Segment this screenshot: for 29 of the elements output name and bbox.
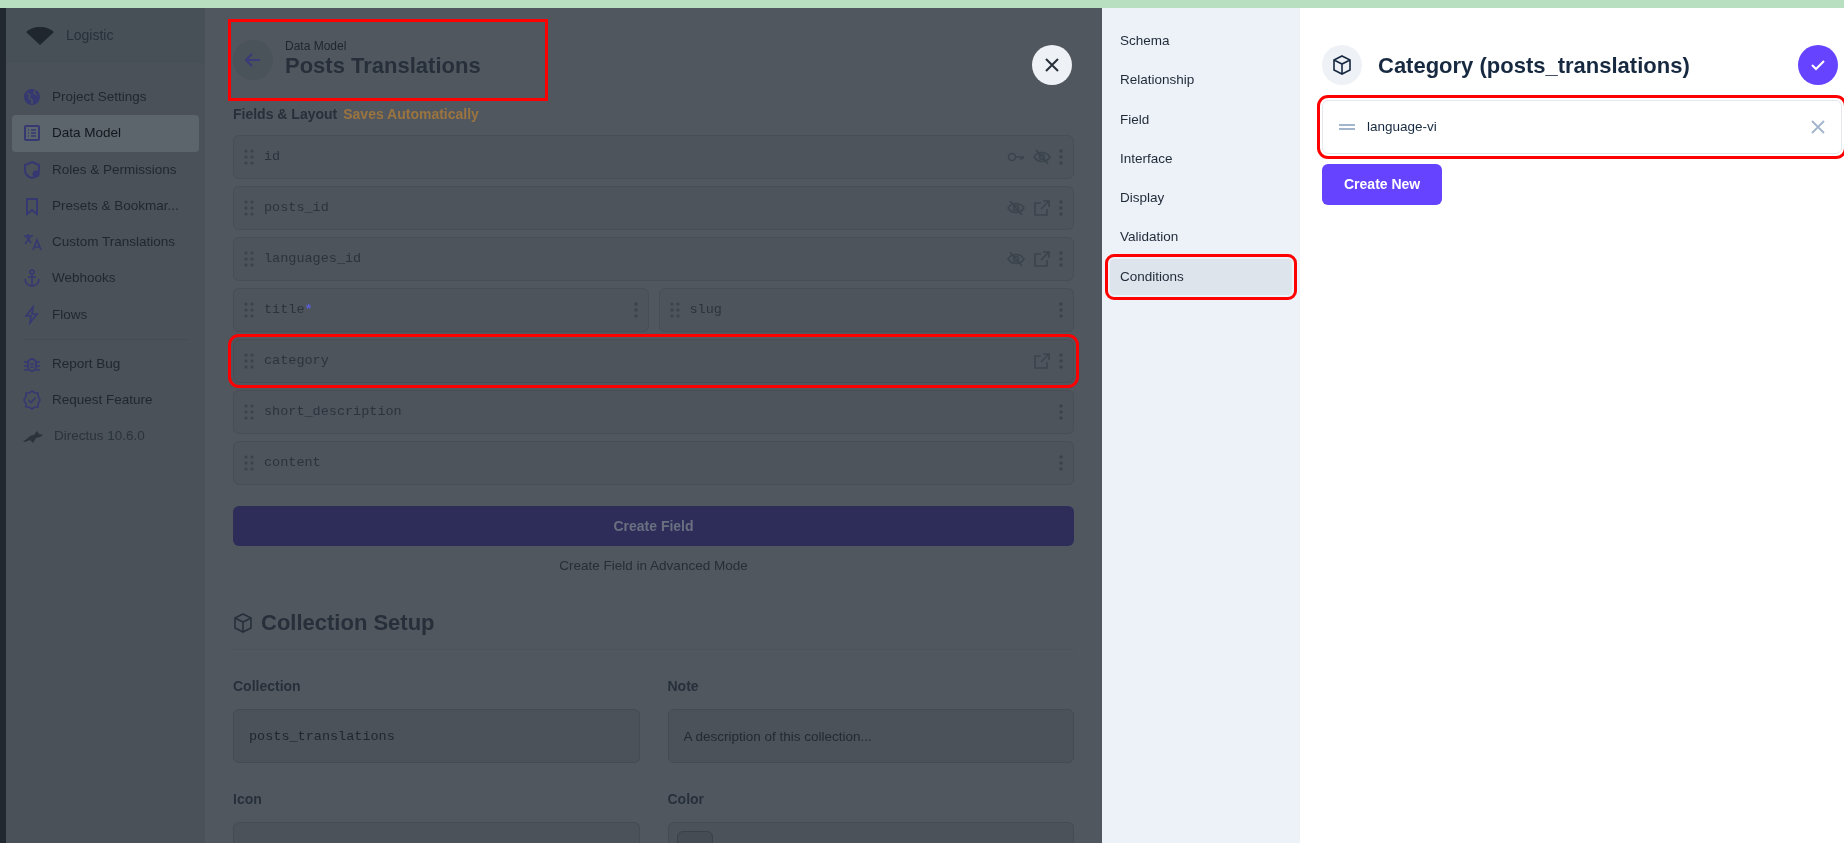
translate-icon bbox=[22, 232, 42, 253]
shield-icon bbox=[22, 159, 42, 180]
drawer-tab[interactable]: Schema bbox=[1110, 23, 1292, 60]
drawer-tab[interactable]: Validation bbox=[1110, 219, 1292, 256]
close-icon bbox=[1045, 58, 1059, 72]
create-field-button[interactable]: Create Field bbox=[233, 506, 1074, 546]
anchor-icon bbox=[22, 268, 42, 289]
create-new-button[interactable]: Create New bbox=[1322, 164, 1443, 205]
drawer-tab[interactable]: Interface bbox=[1110, 140, 1292, 177]
sidebar-item[interactable]: Data Model bbox=[12, 115, 199, 152]
drawer-tab[interactable]: Field bbox=[1110, 101, 1292, 138]
back-arrow-icon bbox=[244, 51, 262, 69]
verified-badge-icon bbox=[22, 390, 42, 411]
close-icon[interactable] bbox=[1811, 120, 1825, 134]
autosave-note: Saves Automatically bbox=[343, 106, 479, 122]
save-button[interactable] bbox=[1798, 45, 1838, 85]
globe-icon bbox=[22, 87, 42, 108]
back-button[interactable] bbox=[233, 40, 273, 80]
drag-handle-icon[interactable] bbox=[1339, 123, 1355, 131]
list-icon bbox=[22, 123, 42, 144]
item-label: language-vi bbox=[1367, 117, 1437, 136]
drawer-tab[interactable]: Display bbox=[1110, 180, 1292, 217]
close-button[interactable] bbox=[1032, 45, 1072, 85]
cube-icon bbox=[1322, 45, 1362, 85]
cube-icon bbox=[233, 612, 253, 633]
rabbit-logo-icon bbox=[22, 429, 44, 444]
drawer-title: Category (posts_translations) bbox=[1378, 51, 1690, 80]
drawer-tab[interactable]: Relationship bbox=[1110, 62, 1292, 99]
wifi-logo-icon bbox=[26, 26, 54, 45]
